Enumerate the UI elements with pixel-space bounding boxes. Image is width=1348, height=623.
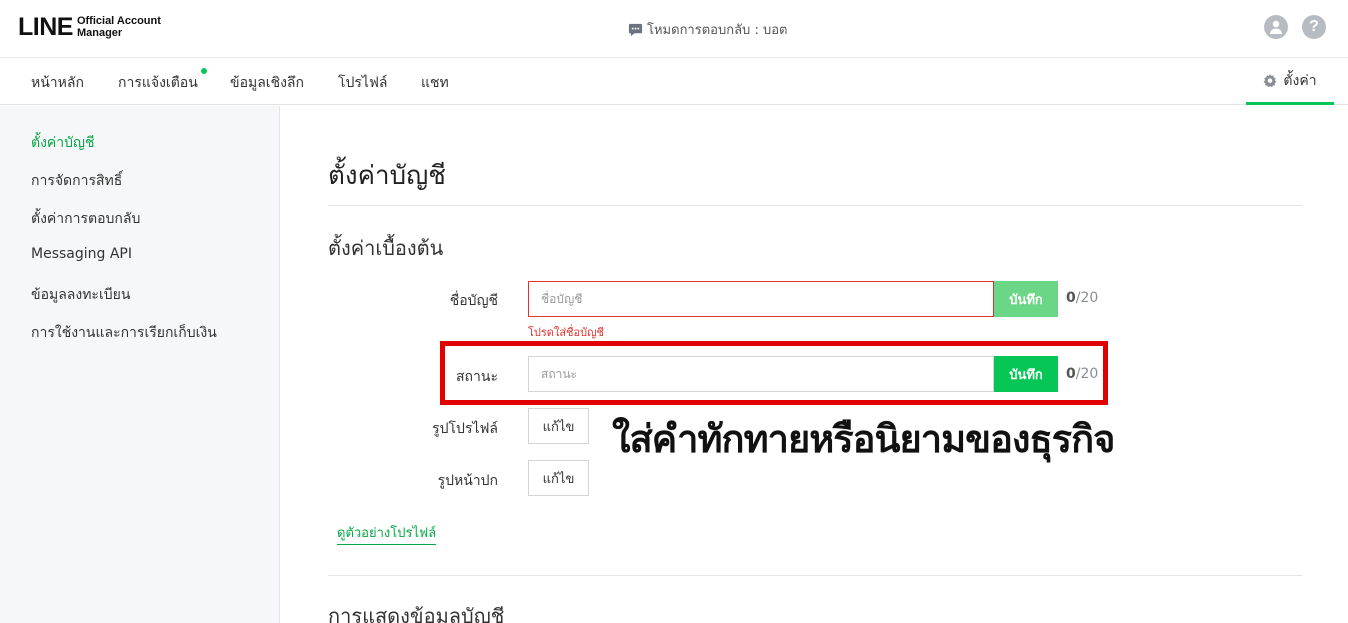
gear-icon [1263, 73, 1277, 87]
notification-dot [200, 68, 207, 74]
annotation-highlight-box [440, 341, 1108, 405]
edit-cover-image-button[interactable]: แก้ไข [528, 460, 589, 496]
account-name-max: /20 [1075, 290, 1099, 306]
sidebar-item-response-settings[interactable]: ตั้งค่าการตอบกลับ [31, 208, 140, 230]
sidebar-item-messaging-api[interactable]: Messaging API [31, 246, 132, 262]
nav-home[interactable]: หน้าหลัก [31, 72, 84, 94]
account-name-error: โปรดใส่ชื่อบัญชี [528, 326, 604, 339]
response-mode-text: โหมดการตอบกลับ : บอต [647, 23, 788, 38]
nav-chat[interactable]: แชท [421, 72, 449, 94]
page-title: ตั้งค่าบัญชี [328, 161, 446, 191]
edit-profile-image-button[interactable]: แก้ไข [528, 408, 589, 444]
logo-sub-text: Official Account Manager [76, 15, 161, 39]
sidebar-item-registration-info[interactable]: ข้อมูลลงทะเบียน [31, 284, 130, 306]
sidebar-item-account-settings[interactable]: ตั้งค่าบัญชี [31, 132, 94, 154]
chat-bubble-icon [628, 23, 643, 37]
nav-notifications-label: การแจ้งเตือน [118, 75, 198, 91]
account-name-counter: 0/20 [1066, 290, 1098, 306]
cover-image-label: รูปหน้าปก [437, 473, 498, 489]
nav-profile[interactable]: โปรไฟล์ [338, 72, 387, 94]
sidebar-item-usage-billing[interactable]: การใช้งานและการเรียกเก็บเงิน [31, 322, 217, 344]
logo-line-text: LINE [18, 13, 73, 41]
divider [328, 575, 1302, 576]
nav-insights[interactable]: ข้อมูลเชิงลึก [230, 72, 304, 94]
save-account-name-button[interactable]: บันทึก [994, 281, 1058, 317]
tab-settings-label: ตั้งค่า [1283, 72, 1317, 89]
account-name-input[interactable]: ชื่อบัญชี [528, 281, 994, 317]
response-mode: โหมดการตอบกลับ : บอต [628, 19, 787, 40]
main-nav: หน้าหลัก การแจ้งเตือน ข้อมูลเชิงลึก โปรไ… [0, 59, 1348, 105]
section-title-display: การแสดงข้อมูลบัญชี [328, 604, 505, 623]
nav-notifications[interactable]: การแจ้งเตือน [118, 68, 207, 94]
sidebar: ตั้งค่าบัญชี การจัดการสิทธิ์ ตั้งค่าการต… [0, 106, 280, 623]
annotation-caption: ใส่คำทักทายหรือนิยามของธุรกิจ [612, 417, 1115, 461]
help-icon[interactable]: ? [1302, 15, 1326, 39]
account-name-count: 0 [1066, 290, 1076, 306]
section-title-basic: ตั้งค่าเบื้องต้น [328, 236, 444, 260]
account-name-label: ชื่อบัญชี [449, 293, 498, 309]
top-bar: LINE Official Account Manager โหมดการตอบ… [0, 0, 1348, 58]
divider [328, 205, 1302, 206]
line-oa-logo[interactable]: LINE Official Account Manager [18, 13, 177, 41]
account-icon[interactable] [1264, 15, 1288, 39]
profile-image-label: รูปโปรไฟล์ [432, 421, 498, 437]
sidebar-item-permissions[interactable]: การจัดการสิทธิ์ [31, 170, 122, 192]
tab-settings[interactable]: ตั้งค่า [1246, 59, 1334, 105]
preview-profile-link[interactable]: ดูตัวอย่างโปรไฟล์ [337, 522, 437, 545]
